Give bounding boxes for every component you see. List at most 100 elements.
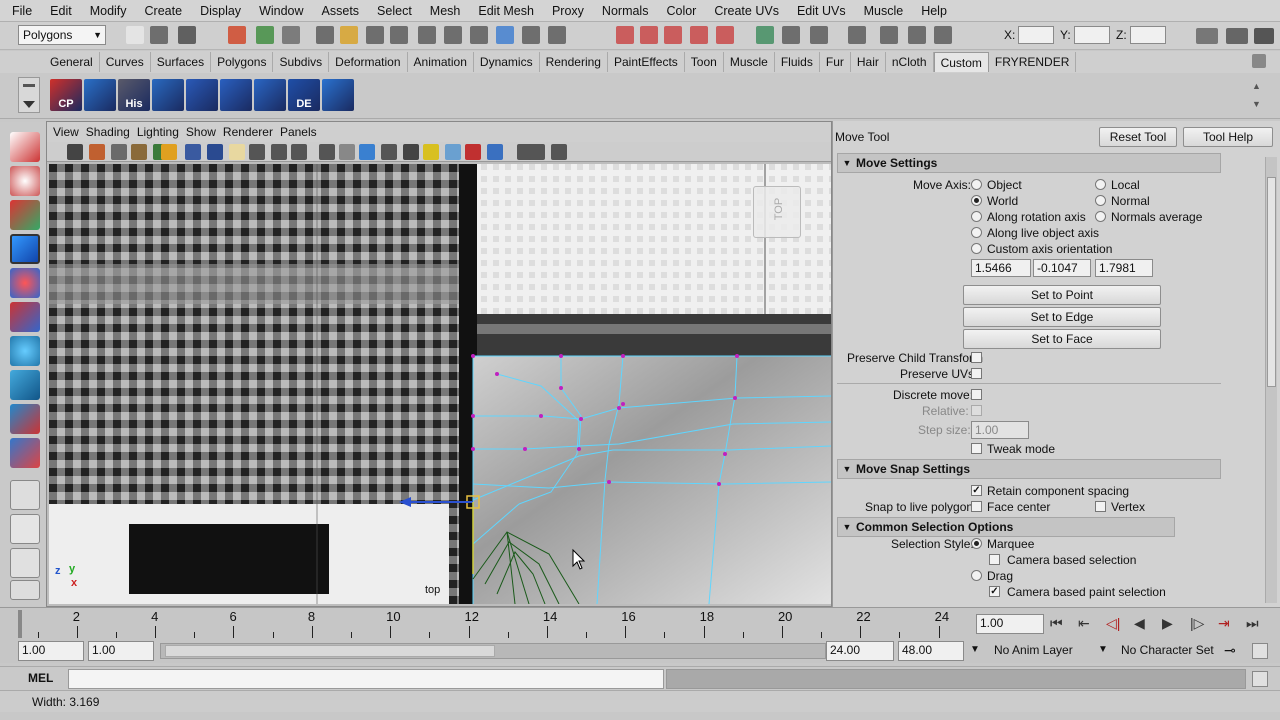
move-axis-custom-axis-orientation-radio[interactable] <box>971 243 982 254</box>
move-axis-normals-average-radio[interactable] <box>1095 211 1106 222</box>
viewport-tool-14-icon[interactable] <box>339 144 355 160</box>
single-pane-layout-icon[interactable] <box>10 480 40 510</box>
ipr-icon[interactable] <box>782 26 800 44</box>
go-to-end-icon[interactable]: ⏭ <box>1246 615 1259 632</box>
new-scene-icon[interactable] <box>126 26 144 44</box>
menu-mesh[interactable]: Mesh <box>418 4 467 18</box>
viewport-scene[interactable]: TOP top z y x <box>49 164 831 604</box>
retain-spacing-checkbox[interactable]: ✓ <box>971 485 982 496</box>
uv-mask-icon[interactable] <box>444 26 462 44</box>
shelf-button-6[interactable] <box>220 79 252 111</box>
sidebar-icon[interactable] <box>880 26 898 44</box>
shelf-tab-painteffects[interactable]: PaintEffects <box>608 52 685 72</box>
menu-color[interactable]: Color <box>654 4 702 18</box>
command-language-label[interactable]: MEL <box>28 671 53 685</box>
viewport-tool-24-icon[interactable] <box>551 144 567 160</box>
play-backward-icon[interactable]: ◀ <box>1134 615 1145 632</box>
shelf-scroll-up-icon[interactable]: ▲ <box>1252 81 1261 91</box>
shelf-button-4[interactable] <box>152 79 184 111</box>
face-center-checkbox[interactable] <box>971 501 982 512</box>
y-input[interactable] <box>1074 26 1110 44</box>
x-input[interactable] <box>1018 26 1054 44</box>
shelf-button-8[interactable]: DE <box>288 79 320 111</box>
shelf-tab-general[interactable]: General <box>44 52 100 72</box>
open-scene-icon[interactable] <box>150 26 168 44</box>
marquee-radio[interactable] <box>971 538 982 549</box>
select-tool-icon[interactable] <box>10 132 40 162</box>
tool-settings-icon[interactable] <box>1254 28 1274 44</box>
auto-key-icon[interactable]: ⊸ <box>1224 642 1236 659</box>
scrollbar-thumb[interactable] <box>1267 177 1276 387</box>
chevron-down-icon[interactable]: ▼ <box>1098 644 1108 655</box>
set-to-point-button[interactable]: Set to Point <box>963 285 1161 305</box>
filter-icon[interactable] <box>316 26 334 44</box>
shelf-tab-toon[interactable]: Toon <box>685 52 724 72</box>
lasso-tool-icon[interactable] <box>10 166 40 196</box>
time-slider[interactable]: 1.00 2 4 6 8 10 12 14 16 18 20 22 24 ⏮ ⇤ ◁| ◀ ▶ |▷ ⇥ ⏭ <box>0 607 1280 639</box>
script-editor-icon[interactable] <box>1252 671 1268 687</box>
menu-edit-mesh[interactable]: Edit Mesh <box>466 4 540 18</box>
shelf-scroll-down-icon[interactable]: ▼ <box>1252 99 1261 109</box>
snap-point-icon[interactable] <box>640 26 658 44</box>
menu-proxy[interactable]: Proxy <box>540 4 590 18</box>
step-size-input[interactable]: 1.00 <box>971 421 1029 439</box>
preserve-child-checkbox[interactable] <box>971 352 982 363</box>
menu-window[interactable]: Window <box>247 4 309 18</box>
viewport-tool-7-icon[interactable] <box>185 144 201 160</box>
current-time-field[interactable]: 1.00 <box>976 614 1044 634</box>
viewport-tool-1-icon[interactable] <box>67 144 83 160</box>
shelf-tab-subdivs[interactable]: Subdivs <box>273 52 330 72</box>
menu-muscle[interactable]: Muscle <box>852 4 910 18</box>
move-settings-header[interactable]: ▼ Move Settings <box>837 153 1221 173</box>
viewport-tool-4-icon[interactable] <box>131 144 147 160</box>
question-icon[interactable] <box>470 26 488 44</box>
menu-assets[interactable]: Assets <box>310 4 366 18</box>
move-axis-local-radio[interactable] <box>1095 179 1106 190</box>
select-by-type-icon[interactable] <box>340 26 358 44</box>
scale-tool-icon[interactable] <box>10 302 40 332</box>
viewport-tool-23-icon[interactable] <box>529 144 545 160</box>
universal-manipulator-icon[interactable] <box>10 336 40 366</box>
shelf-tab-surfaces[interactable]: Surfaces <box>151 52 212 72</box>
shelf-button-1[interactable]: CP <box>50 79 82 111</box>
range-slider-handle[interactable] <box>165 645 495 657</box>
shelf-button-2[interactable] <box>84 79 116 111</box>
menu-edit-uvs[interactable]: Edit UVs <box>785 4 852 18</box>
menu-set-dropdown[interactable]: Polygons ▼ <box>18 25 106 45</box>
anim-layer-label[interactable]: No Anim Layer <box>994 643 1073 657</box>
shelf-tab-curves[interactable]: Curves <box>100 52 151 72</box>
history-icon[interactable] <box>716 26 734 44</box>
menu-file[interactable]: File <box>0 4 38 18</box>
menu-modify[interactable]: Modify <box>78 4 133 18</box>
viewport-tool-13-icon[interactable] <box>319 144 335 160</box>
viewport-menu-renderer[interactable]: Renderer <box>223 125 280 139</box>
menu-create-uvs[interactable]: Create UVs <box>702 4 785 18</box>
lock-icon[interactable] <box>496 26 514 44</box>
side-by-side-layout-icon[interactable] <box>10 548 40 578</box>
tool-settings-scrollbar[interactable] <box>1265 157 1277 603</box>
viewport-menu-show[interactable]: Show <box>186 125 223 139</box>
viewport-tool-12-icon[interactable] <box>291 144 307 160</box>
render-settings-icon[interactable] <box>810 26 828 44</box>
channel-box-icon[interactable] <box>1196 28 1218 44</box>
anim-prefs-icon[interactable] <box>1252 643 1268 659</box>
snap-grid-icon[interactable] <box>548 26 566 44</box>
shelf-tab-custom[interactable]: Custom <box>933 52 989 72</box>
move-axis-normal-radio[interactable] <box>1095 195 1106 206</box>
shelf-button-5[interactable] <box>186 79 218 111</box>
set-to-edge-button[interactable]: Set to Edge <box>963 307 1161 327</box>
select-component-icon[interactable] <box>282 26 300 44</box>
axis-value-z[interactable]: 1.7981 <box>1095 259 1153 277</box>
last-tool-icon[interactable] <box>10 438 40 468</box>
shelf-tab-fluids[interactable]: Fluids <box>775 52 820 72</box>
animation-start-field[interactable]: 1.00 <box>18 641 84 661</box>
menu-select[interactable]: Select <box>365 4 418 18</box>
relative-checkbox[interactable] <box>971 405 982 416</box>
viewport-menu-lighting[interactable]: Lighting <box>137 125 186 139</box>
viewport-tool-3-icon[interactable] <box>111 144 127 160</box>
trash-icon[interactable] <box>1252 54 1266 68</box>
set-to-face-button[interactable]: Set to Face <box>963 329 1161 349</box>
chevron-down-icon[interactable]: ▼ <box>970 644 980 655</box>
transform-icon[interactable] <box>934 26 952 44</box>
move-axis-world-radio[interactable] <box>971 195 982 206</box>
